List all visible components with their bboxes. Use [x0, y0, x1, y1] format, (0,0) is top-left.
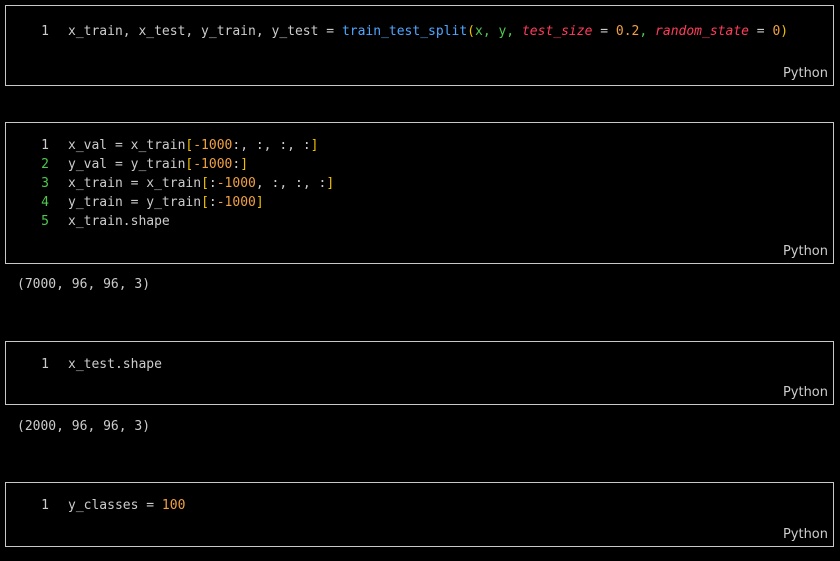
code-token: y_val = y_train	[68, 157, 186, 172]
cell-language-label[interactable]: Python	[783, 66, 828, 81]
line-number: 4	[41, 195, 49, 210]
cell-language-label[interactable]: Python	[783, 527, 828, 542]
code-token: x, y,	[475, 24, 522, 39]
code-token: :, :, :, :	[232, 138, 311, 153]
code-token: ]	[240, 157, 249, 172]
code-text[interactable]: y_classes = 100	[68, 496, 185, 515]
code-token: test_size	[521, 24, 593, 39]
code-token: 0.2	[615, 24, 640, 39]
code-token: ]	[326, 176, 335, 191]
code-token: x_train.shape	[68, 214, 170, 229]
code-token: =	[326, 24, 335, 39]
code-token: 100	[161, 498, 186, 513]
code-token: x_val = x_train	[68, 138, 186, 153]
code-token: -1000	[216, 176, 256, 191]
line-number: 1	[41, 357, 49, 372]
code-token: , :, :, :	[255, 176, 327, 191]
cell-language-label[interactable]: Python	[783, 385, 828, 400]
line-number: 1	[41, 24, 49, 39]
code-token: y_classes =	[68, 498, 162, 513]
code-text[interactable]: x_train, x_test, y_train, y_test = train…	[68, 22, 788, 41]
code-line[interactable]: 1 y_classes = 100	[6, 496, 833, 515]
code-line[interactable]: 1 x_val = x_train[-1000:, :, :, :]	[6, 136, 833, 155]
code-line[interactable]: 5 x_train.shape	[6, 212, 833, 231]
line-number: 1	[41, 498, 49, 513]
code-line[interactable]: 1 x_test.shape	[6, 355, 833, 374]
code-token: ]	[310, 138, 319, 153]
code-token: -1000	[193, 138, 233, 153]
code-token: train_test_split	[341, 24, 468, 39]
code-text[interactable]: y_train = y_train[:-1000]	[68, 193, 264, 212]
code-text[interactable]: x_val = x_train[-1000:, :, :, :]	[68, 136, 318, 155]
code-token: random_state	[655, 24, 749, 39]
code-text[interactable]: x_train = x_train[:-1000, :, :, :]	[68, 174, 334, 193]
code-line[interactable]: 3 x_train = x_train[:-1000, :, :, :]	[6, 174, 833, 193]
code-text[interactable]: y_val = y_train[-1000:]	[68, 155, 248, 174]
code-cell[interactable]: 1 x_val = x_train[-1000:, :, :, :] 2 y_val …	[5, 122, 834, 264]
code-token: ]	[255, 195, 264, 210]
code-token: :	[208, 195, 217, 210]
cell-output: (2000, 96, 96, 3)	[17, 419, 151, 434]
code-token: =	[592, 24, 616, 39]
code-cell[interactable]: 1 y_classes = 100 Python	[5, 482, 834, 547]
code-cell[interactable]: 1 x_train, x_test, y_train, y_test = trai…	[5, 5, 834, 86]
code-token: -1000	[193, 157, 233, 172]
code-token: (	[467, 24, 475, 39]
code-token: x_train, x_test, y_train, y_test	[68, 24, 327, 39]
code-token: x_train = x_train	[68, 176, 202, 191]
code-token: y_train = y_train	[68, 195, 202, 210]
code-line[interactable]: 1 x_train, x_test, y_train, y_test = trai…	[6, 22, 833, 41]
code-token: =	[748, 24, 773, 39]
code-text[interactable]: x_train.shape	[68, 212, 170, 231]
line-number: 1	[41, 138, 49, 153]
line-number: 5	[41, 214, 49, 229]
code-token: [	[201, 176, 209, 191]
cell-language-label[interactable]: Python	[783, 244, 828, 259]
code-token: [	[201, 195, 209, 210]
code-token: )	[780, 24, 789, 39]
cell-output: (7000, 96, 96, 3)	[17, 277, 151, 292]
code-token: :	[208, 176, 217, 191]
line-number: 3	[41, 176, 49, 191]
code-line[interactable]: 4 y_train = y_train[:-1000]	[6, 193, 833, 212]
line-number: 2	[41, 157, 49, 172]
code-token: x_test.shape	[68, 357, 162, 372]
code-line[interactable]: 2 y_val = y_train[-1000:]	[6, 155, 833, 174]
code-text[interactable]: x_test.shape	[68, 355, 162, 374]
code-token: ,	[639, 24, 656, 39]
code-cell[interactable]: 1 x_test.shape Python	[5, 341, 834, 405]
code-token: -1000	[216, 195, 256, 210]
